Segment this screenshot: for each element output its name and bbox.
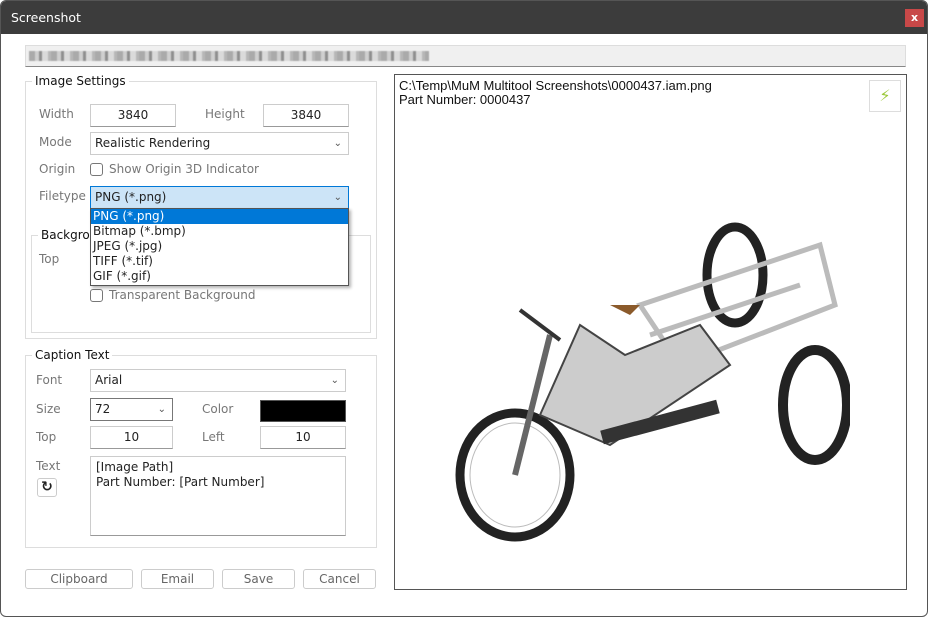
chevron-down-icon: ⌄ [333,138,342,149]
caption-text-line-2: Part Number: [Part Number] [96,475,265,489]
transparent-checkbox[interactable] [90,289,103,302]
preview-path: C:\Temp\MuM Multitool Screenshots\000043… [399,78,712,93]
screenshot-dialog: Screenshot x Image Settings Width 3840 H… [0,0,928,617]
reset-text-icon[interactable]: ↻ [37,478,57,497]
title-bar: Screenshot x [1,1,927,34]
caption-text-legend: Caption Text [35,348,110,362]
filetype-label: Filetype [39,189,86,203]
caption-top-input[interactable]: 10 [90,426,173,449]
trike-render-image [455,222,850,542]
caption-left-label: Left [202,430,225,444]
preview-panel: C:\Temp\MuM Multitool Screenshots\000043… [394,74,907,590]
width-input[interactable]: 3840 [90,104,176,127]
preview-caption: C:\Temp\MuM Multitool Screenshots\000043… [399,79,712,107]
caption-textarea[interactable]: [Image Path] Part Number: [Part Number] [90,456,346,536]
height-input[interactable]: 3840 [263,104,349,127]
filetype-option-tif[interactable]: TIFF (*.tif) [91,254,348,269]
background-top-label: Top [39,252,60,266]
origin-checkbox-label[interactable]: Show Origin 3D Indicator [109,162,259,176]
lightning-bolt-icon[interactable]: ⚡ [869,80,901,112]
cancel-button[interactable]: Cancel [303,569,376,589]
obscured-path-text [29,51,429,61]
chevron-down-icon: ⌄ [333,192,342,203]
filetype-dropdown-list: PNG (*.png) Bitmap (*.bmp) JPEG (*.jpg) … [90,208,349,286]
text-label: Text [36,459,61,473]
color-label: Color [202,402,234,416]
caption-text-line-1: [Image Path] [96,460,174,474]
filetype-option-jpg[interactable]: JPEG (*.jpg) [91,239,348,254]
filetype-value: PNG (*.png) [95,190,167,204]
close-button[interactable]: x [905,9,924,27]
size-select[interactable]: 72 ⌄ [90,398,173,421]
filetype-select[interactable]: PNG (*.png) ⌄ [90,186,349,209]
origin-checkbox[interactable] [90,163,103,176]
save-button[interactable]: Save [222,569,295,589]
chevron-down-icon: ⌄ [330,375,339,386]
font-label: Font [36,373,63,387]
size-label: Size [36,402,61,416]
filetype-option-gif[interactable]: GIF (*.gif) [91,269,348,284]
email-button[interactable]: Email [141,569,214,589]
image-settings-legend: Image Settings [35,74,126,88]
path-field[interactable] [25,45,906,67]
mode-select[interactable]: Realistic Rendering ⌄ [90,132,349,155]
height-label: Height [205,107,245,121]
font-select[interactable]: Arial ⌄ [90,369,346,392]
caption-top-label: Top [36,430,57,444]
window-title: Screenshot [11,10,81,25]
origin-label: Origin [39,162,76,176]
mode-value: Realistic Rendering [95,136,211,150]
caption-left-input[interactable]: 10 [260,426,346,449]
mode-label: Mode [39,135,72,149]
clipboard-button[interactable]: Clipboard [25,569,133,589]
width-label: Width [39,107,74,121]
transparent-label[interactable]: Transparent Background [109,288,255,302]
font-value: Arial [95,373,123,387]
size-value: 72 [95,402,111,416]
preview-part-number: Part Number: 0000437 [399,92,531,107]
filetype-option-bmp[interactable]: Bitmap (*.bmp) [91,224,348,239]
chevron-down-icon: ⌄ [157,404,166,415]
color-swatch[interactable] [260,400,346,422]
filetype-option-png[interactable]: PNG (*.png) [91,209,348,224]
